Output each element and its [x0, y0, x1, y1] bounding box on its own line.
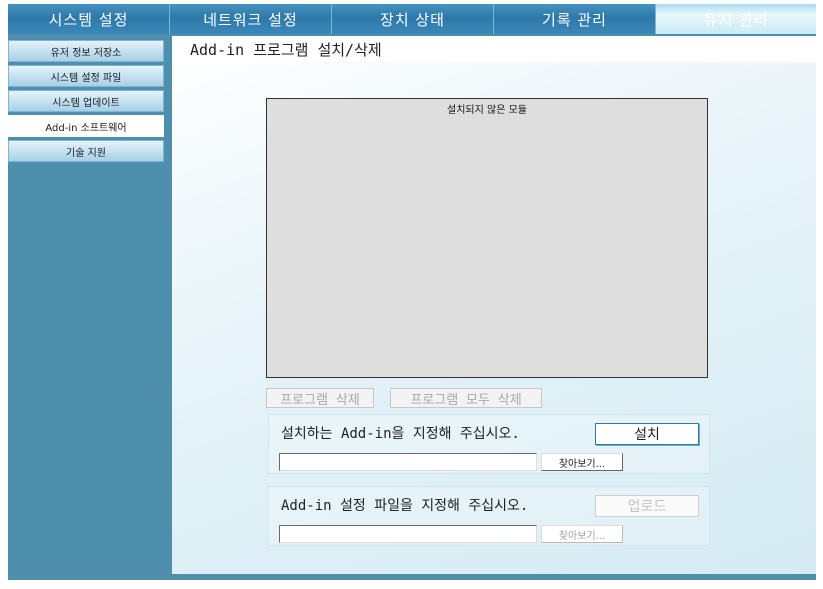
tab-log-management[interactable]: 기록 관리 — [494, 4, 656, 34]
sidebar: 유저 정보 저장소 시스템 설정 파일 시스템 업데이트 Add-in 소프트웨… — [8, 40, 164, 165]
sidebar-item-tech-support[interactable]: 기술 지원 — [8, 140, 164, 162]
upload-settings-label: Add-in 설정 파일을 지정해 주십시오. — [281, 498, 529, 514]
main-panel: Add-in 프로그램 설치/삭제 설치되지 않은 모듈 프로그램 삭제 프로그… — [172, 36, 816, 574]
app-frame: 시스템 설정 네트워크 설정 장치 상태 기록 관리 유지 관리 유저 정보 저… — [8, 4, 816, 580]
sidebar-item-addin-software[interactable]: Add-in 소프트웨어 — [8, 115, 164, 137]
tab-maintenance[interactable]: 유지 관리 — [656, 4, 816, 34]
browse-settings-button[interactable]: 찾아보기... — [541, 525, 623, 543]
tab-network-settings[interactable]: 네트워크 설정 — [170, 4, 332, 34]
delete-all-programs-button[interactable]: 프로그램 모두 삭제 — [390, 388, 542, 408]
tab-system-settings[interactable]: 시스템 설정 — [8, 4, 170, 34]
install-addin-group: 설치하는 Add-in을 지정해 주십시오. 설치 찾아보기... — [268, 414, 710, 474]
sidebar-item-system-update[interactable]: 시스템 업데이트 — [8, 90, 164, 112]
install-button[interactable]: 설치 — [595, 423, 699, 445]
sidebar-item-user-info-storage[interactable]: 유저 정보 저장소 — [8, 40, 164, 62]
addin-file-field[interactable] — [279, 453, 537, 471]
install-addin-label: 설치하는 Add-in을 지정해 주십시오. — [281, 426, 520, 442]
upload-button[interactable]: 업로드 — [595, 495, 699, 517]
page-title: Add-in 프로그램 설치/삭제 — [172, 36, 816, 62]
settings-file-field[interactable] — [279, 525, 537, 543]
module-list-header: 설치되지 않은 모듈 — [447, 105, 527, 116]
upload-settings-group: Add-in 설정 파일을 지정해 주십시오. 업로드 찾아보기... — [268, 486, 710, 546]
tab-device-status[interactable]: 장치 상태 — [332, 4, 494, 34]
browse-addin-button[interactable]: 찾아보기... — [541, 453, 623, 471]
delete-program-button[interactable]: 프로그램 삭제 — [266, 388, 374, 408]
top-navigation: 시스템 설정 네트워크 설정 장치 상태 기록 관리 유지 관리 — [8, 4, 816, 34]
sidebar-item-system-settings-file[interactable]: 시스템 설정 파일 — [8, 65, 164, 87]
uninstalled-module-list[interactable]: 설치되지 않은 모듈 — [266, 98, 708, 378]
